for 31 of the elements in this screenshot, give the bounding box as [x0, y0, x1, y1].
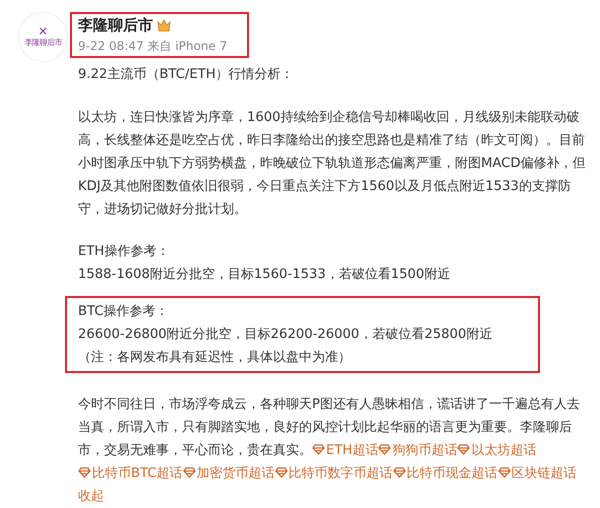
crown-icon	[157, 18, 171, 32]
author-name[interactable]: 李隆聊后市	[78, 14, 153, 36]
avatar[interactable]: 李隆聊后市	[18, 12, 68, 62]
topic-link[interactable]: 比特币BTC超话	[78, 466, 183, 481]
post-text: 以太坊，连日快涨皆为序章，1600持续给到企稳信号却棒喝收回，月线级别未能联动破高，长线整体还是吃空占优，昨日李隆给出的接空思路也是精准了结（昨文可阅）。目前小时图承压中轨下方弱势横盘，昨晚破位下轨轨道形态偏离严重，附图MACD偏修补，但KDJ及其他附图数值依旧很弱，今日重点关注下方1560以及月低点附近1533的支撑防守，进场切记做好分批计划。	[78, 108, 587, 219]
topic-link[interactable]: 比特币数字币超话	[274, 466, 393, 481]
diamond-icon	[78, 467, 91, 478]
post-text: ETH操作参考：	[78, 243, 170, 262]
diamond-icon	[392, 467, 406, 478]
topic-link[interactable]: 区块链超话	[498, 466, 577, 481]
topic-link[interactable]: 比特币现金超话	[392, 466, 498, 481]
diamond-icon	[378, 444, 392, 455]
post-text: 26600-26800附近分批空，目标26200-26000，若破位看25800附近	[78, 326, 494, 344]
diamond-icon	[457, 444, 470, 455]
diamond-icon	[498, 467, 511, 478]
diamond-icon	[274, 467, 288, 478]
post-text: 9.22主流币（BTC/ETH）行情分析：	[78, 66, 295, 84]
topic-link[interactable]: 狗狗币超话	[378, 443, 458, 458]
collapse-link[interactable]: 收起	[78, 489, 104, 504]
avatar-logo-text: 李隆聊后市	[24, 36, 62, 48]
topic-link[interactable]: ETH超话	[312, 443, 378, 458]
post-meta: 9-22 08:47 来自 iPhone 7	[78, 38, 228, 55]
diamond-icon	[182, 467, 196, 478]
diamond-icon	[312, 444, 325, 455]
post-text: BTC操作参考：	[78, 303, 170, 322]
topic-link[interactable]: 加密货币超话	[182, 466, 275, 481]
post-text: 今时不同往日，市场浮夸成云，各种聊天P图还有人愚昧相信，谎话讲了一千遍总有人去当真，所谓入市，只有脚踏实地，良好的风控计划比起华丽的语言更为重要。李隆聊后市，交易无难事，平心而论，贵在真实。 ETH超话 狗狗币超话 以太坊超话 比特币BTC超话 加密货币超话 比特币数字币超话 比特币现金超话 区块链超话 收起	[78, 396, 581, 506]
post-text: 1588-1608附近分批空，目标1560-1533，若破位看1500附近	[78, 266, 452, 284]
topic-link[interactable]: 以太坊超话	[457, 443, 536, 458]
post-text: （注：各网发布具有延迟性，具体以盘中为准）	[78, 349, 352, 368]
logo-icon	[39, 26, 47, 34]
